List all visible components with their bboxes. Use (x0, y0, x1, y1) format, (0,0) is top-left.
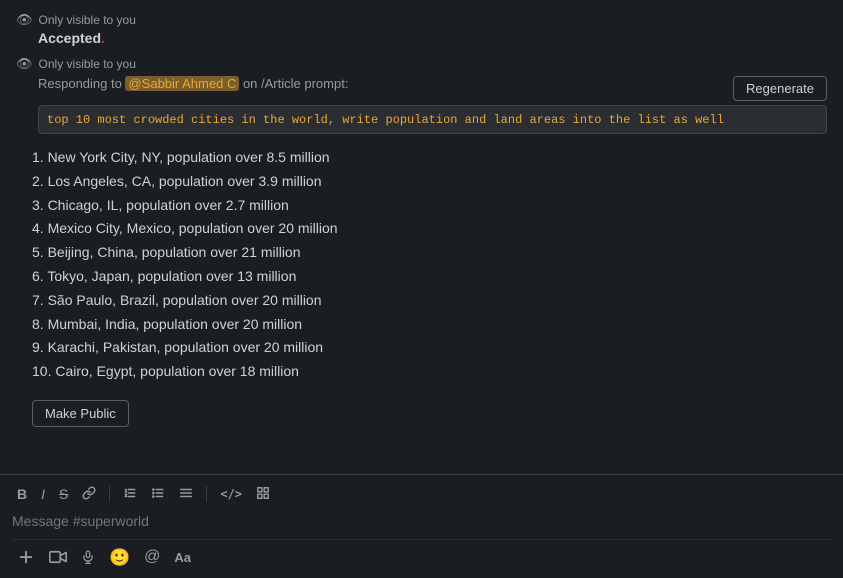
unordered-list-button[interactable] (146, 483, 170, 505)
responding-block: Responding to @Sabbir Ahmed C on /Articl… (16, 76, 827, 134)
make-public-button[interactable]: Make Public (32, 400, 129, 427)
list-item: 7. São Paulo, Brazil, population over 20… (32, 289, 827, 313)
list-item: 2. Los Angeles, CA, population over 3.9 … (32, 170, 827, 194)
input-area (12, 511, 831, 539)
list-item: 4. Mexico City, Mexico, population over … (32, 217, 827, 241)
plus-button[interactable] (12, 544, 40, 570)
block-button[interactable] (251, 483, 275, 505)
accepted-dot: . (101, 30, 105, 46)
ordered-list-button[interactable] (118, 483, 142, 505)
on-text: on /Article prompt: (243, 76, 349, 91)
accepted-text: Accepted. (16, 30, 827, 46)
eye-icon-1: 👁 (16, 12, 33, 28)
eye-icon-2: 👁 (16, 56, 33, 72)
mic-button[interactable] (76, 544, 100, 570)
bold-button[interactable]: B (12, 484, 32, 504)
bottom-toolbar: 🙂 @ Aa (12, 539, 831, 574)
visibility-row-1: 👁 Only visible to you (16, 12, 827, 28)
responding-text: Responding to @Sabbir Ahmed C on /Articl… (38, 76, 727, 91)
list-item: 5. Beijing, China, population over 21 mi… (32, 241, 827, 265)
list-item: 3. Chicago, IL, population over 2.7 mill… (32, 194, 827, 218)
indent-button[interactable] (174, 483, 198, 505)
strike-button[interactable]: S (54, 484, 73, 504)
toolbar-divider-2 (206, 486, 207, 502)
link-button[interactable] (77, 483, 101, 505)
accepted-label: Accepted (38, 30, 101, 46)
regenerate-button[interactable]: Regenerate (733, 76, 827, 101)
list-item: 6. Tokyo, Japan, population over 13 mill… (32, 265, 827, 289)
mention-button[interactable]: @ (139, 545, 165, 569)
prompt-box: top 10 most crowded cities in the world,… (38, 105, 827, 134)
message-input[interactable] (12, 511, 831, 537)
list-item: 9. Karachi, Pakistan, population over 20… (32, 336, 827, 360)
format-toolbar: B I S </> (12, 483, 831, 505)
visibility-label-1: Only visible to you (39, 13, 136, 27)
responding-to-label: Responding to (38, 76, 122, 91)
video-button[interactable] (44, 546, 72, 568)
mention-tag: @Sabbir Ahmed C (125, 76, 239, 91)
toolbar-area: B I S </> 🙂 @ (0, 474, 843, 578)
visibility-label-2: Only visible to you (39, 57, 136, 71)
responding-header: Responding to @Sabbir Ahmed C on /Articl… (16, 76, 827, 101)
main-content: 👁 Only visible to you Accepted. 👁 Only v… (0, 0, 843, 474)
list-item: 8. Mumbai, India, population over 20 mil… (32, 313, 827, 337)
toolbar-divider-1 (109, 486, 110, 502)
format-text-button[interactable]: Aa (169, 547, 196, 568)
prompt-text: top 10 most crowded cities in the world,… (47, 113, 724, 127)
emoji-button[interactable]: 🙂 (104, 545, 135, 570)
list-item: 1. New York City, NY, population over 8.… (32, 146, 827, 170)
italic-button[interactable]: I (36, 484, 50, 504)
visibility-row-2: 👁 Only visible to you (16, 56, 827, 72)
list-item: 10. Cairo, Egypt, population over 18 mil… (32, 360, 827, 384)
city-list: 1. New York City, NY, population over 8.… (32, 146, 827, 384)
code-button[interactable]: </> (215, 485, 247, 503)
